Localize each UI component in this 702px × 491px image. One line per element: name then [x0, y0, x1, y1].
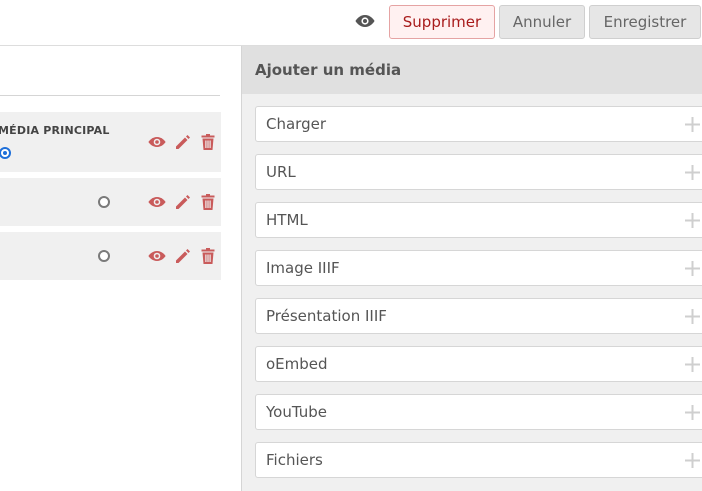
plus-icon	[685, 309, 700, 324]
media-list-pane: MÉDIA PRINCIPAL	[0, 46, 241, 491]
add-media-option-oembed[interactable]: oEmbed	[255, 346, 702, 382]
primary-media-radio[interactable]	[98, 196, 110, 208]
option-label: Fichiers	[266, 451, 323, 469]
plus-icon	[685, 357, 700, 372]
media-row	[0, 232, 221, 280]
sidebar-header: Ajouter un média	[242, 46, 702, 94]
plus-icon	[685, 453, 700, 468]
divider	[0, 95, 220, 96]
trash-icon[interactable]	[199, 193, 217, 211]
media-row: MÉDIA PRINCIPAL	[0, 112, 221, 172]
media-row	[0, 178, 221, 226]
pencil-icon[interactable]	[174, 133, 192, 151]
add-media-option-files[interactable]: Fichiers	[255, 442, 702, 478]
row-actions	[148, 247, 218, 265]
eye-icon[interactable]	[355, 13, 375, 29]
pencil-icon[interactable]	[174, 247, 192, 265]
primary-media-radio[interactable]	[0, 147, 11, 159]
option-label: URL	[266, 163, 296, 181]
row-actions	[148, 133, 218, 151]
primary-media-label: MÉDIA PRINCIPAL	[0, 124, 110, 137]
pencil-icon[interactable]	[174, 193, 192, 211]
plus-icon	[685, 261, 700, 276]
option-label: HTML	[266, 211, 308, 229]
option-label: Présentation IIIF	[266, 307, 387, 325]
plus-icon	[685, 213, 700, 228]
cancel-button[interactable]: Annuler	[499, 5, 585, 39]
option-label: Charger	[266, 115, 326, 133]
trash-icon[interactable]	[199, 247, 217, 265]
plus-icon	[685, 165, 700, 180]
add-media-option-iiif-presentation[interactable]: Présentation IIIF	[255, 298, 702, 334]
eye-icon[interactable]	[148, 193, 166, 211]
add-media-option-iiif-image[interactable]: Image IIIF	[255, 250, 702, 286]
eye-icon[interactable]	[148, 247, 166, 265]
option-label: YouTube	[266, 403, 327, 421]
plus-icon	[685, 117, 700, 132]
add-media-option-url[interactable]: URL	[255, 154, 702, 190]
add-media-option-upload[interactable]: Charger	[255, 106, 702, 142]
add-media-option-youtube[interactable]: YouTube	[255, 394, 702, 430]
primary-media-radio[interactable]	[98, 250, 110, 262]
option-label: Image IIIF	[266, 259, 340, 277]
top-toolbar: Supprimer Annuler Enregistrer	[0, 0, 702, 46]
add-media-sidebar: Ajouter un média Charger URL HTML Image …	[241, 46, 702, 491]
sidebar-title: Ajouter un média	[255, 61, 402, 79]
save-button[interactable]: Enregistrer	[589, 5, 701, 39]
row-actions	[148, 193, 218, 211]
add-media-option-html[interactable]: HTML	[255, 202, 702, 238]
trash-icon[interactable]	[199, 133, 217, 151]
option-label: oEmbed	[266, 355, 328, 373]
plus-icon	[685, 405, 700, 420]
delete-button[interactable]: Supprimer	[389, 5, 495, 39]
eye-icon[interactable]	[148, 133, 166, 151]
